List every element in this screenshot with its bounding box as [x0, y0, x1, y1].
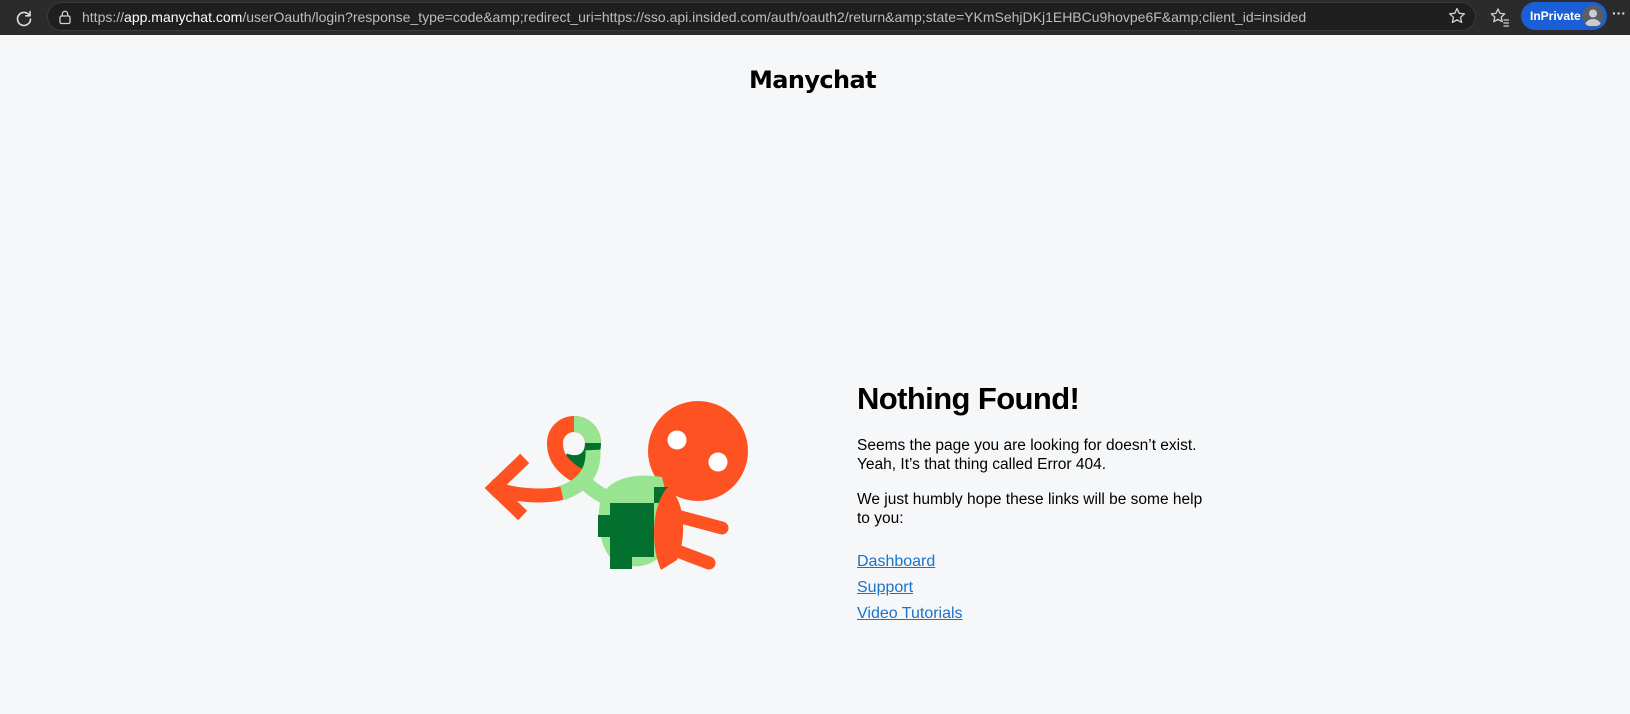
- help-message: We just humbly hope these links will be …: [857, 490, 1217, 528]
- page-title: Nothing Found!: [857, 381, 1080, 416]
- star-icon[interactable]: [1447, 6, 1467, 26]
- video-tutorials-link[interactable]: Video Tutorials: [857, 601, 1217, 627]
- url-host: app.manychat.com: [124, 9, 243, 25]
- avatar-icon: [1582, 5, 1604, 27]
- favorites-icon[interactable]: [1489, 6, 1511, 28]
- lock-icon[interactable]: [57, 9, 73, 25]
- error-message-line-2: Yeah, It’s that thing called Error 404.: [857, 456, 1107, 473]
- inprivate-button[interactable]: InPrivate: [1521, 2, 1607, 30]
- error-message: Seems the page you are looking for doesn…: [857, 436, 1217, 474]
- error-content: Nothing Found! Seems the page you are lo…: [857, 381, 1217, 627]
- dashboard-link[interactable]: Dashboard: [857, 549, 1217, 575]
- url-path: /userOauth/login?response_type=code&amp;…: [242, 9, 1307, 25]
- manychat-logo[interactable]: Manychat: [749, 66, 877, 94]
- inprivate-label: InPrivate: [1530, 9, 1581, 23]
- support-link[interactable]: Support: [857, 575, 1217, 601]
- reload-icon: [16, 10, 32, 27]
- help-message-line-2: to you:: [857, 510, 904, 527]
- url-text: https://app.manychat.com/userOauth/login…: [82, 9, 1306, 25]
- error-message-line-1: Seems the page you are looking for doesn…: [857, 437, 1197, 454]
- browser-toolbar: https://app.manychat.com/userOauth/login…: [0, 0, 1630, 35]
- reload-button[interactable]: [12, 6, 36, 30]
- url-scheme: https://: [82, 9, 125, 25]
- more-icon[interactable]: ···: [1612, 5, 1626, 21]
- help-message-line-1: We just humbly hope these links will be …: [857, 491, 1203, 508]
- address-bar[interactable]: https://app.manychat.com/userOauth/login…: [47, 2, 1476, 31]
- unplugged-plug-illustration: [484, 401, 748, 570]
- help-links: Dashboard Support Video Tutorials: [857, 549, 1217, 627]
